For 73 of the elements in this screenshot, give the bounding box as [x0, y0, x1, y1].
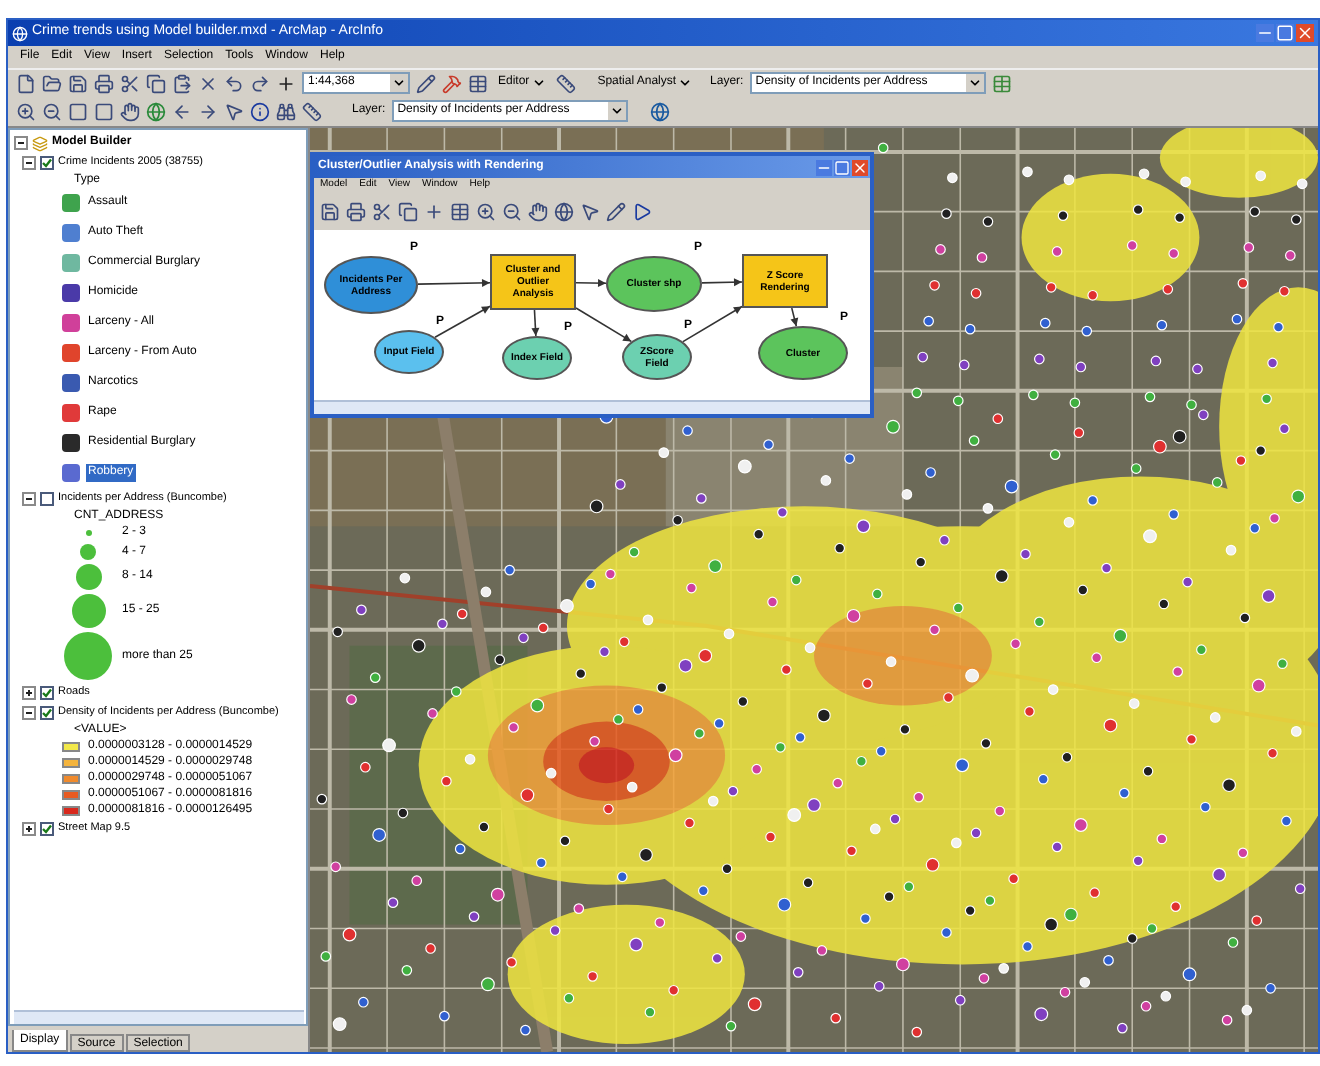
expand-icon[interactable]	[22, 822, 36, 836]
close-icon[interactable]	[852, 159, 868, 175]
horizontal-scrollbar[interactable]	[14, 1010, 304, 1024]
new-document-icon[interactable]	[16, 73, 36, 93]
maximize-icon[interactable]	[1276, 24, 1294, 42]
maximize-icon[interactable]	[834, 159, 850, 175]
table-icon[interactable]	[468, 73, 488, 93]
pointer-icon[interactable]	[224, 101, 244, 121]
cut-icon[interactable]	[120, 73, 140, 93]
connector-arrow	[575, 307, 633, 343]
grid-icon[interactable]	[991, 73, 1012, 93]
layer-checkbox[interactable]	[40, 686, 54, 700]
connector-arrow	[531, 309, 540, 337]
pointer-icon[interactable]	[580, 202, 600, 222]
undo-icon[interactable]	[224, 73, 244, 93]
caret-icon	[609, 104, 624, 118]
pencil-icon[interactable]	[606, 202, 626, 222]
caret-icon	[678, 76, 693, 90]
print-icon[interactable]	[94, 73, 114, 93]
globe-icon[interactable]	[146, 101, 166, 121]
zoom-in-icon[interactable]	[16, 101, 36, 121]
connector-arrow	[417, 278, 491, 287]
minimize-icon[interactable]	[816, 159, 832, 175]
add-data-icon[interactable]	[424, 202, 444, 222]
layer-checkbox[interactable]	[40, 706, 54, 720]
zoom-out-icon[interactable]	[502, 202, 522, 222]
find-icon[interactable]	[276, 101, 296, 121]
layer-checkbox[interactable]	[40, 822, 54, 836]
run-icon[interactable]	[632, 202, 652, 222]
pan-icon[interactable]	[120, 101, 140, 121]
connector-arrow	[575, 279, 607, 288]
minimize-icon[interactable]	[1256, 24, 1274, 42]
caret-icon	[531, 76, 546, 90]
globe-icon[interactable]	[649, 101, 670, 121]
horizontal-scrollbar[interactable]	[314, 400, 870, 414]
add-data-icon[interactable]	[276, 73, 296, 93]
layer-checkbox[interactable]	[40, 492, 54, 506]
caret-icon	[967, 76, 982, 90]
forward-arrow-icon[interactable]	[198, 101, 218, 121]
paste-icon[interactable]	[172, 73, 192, 93]
info-icon[interactable]	[250, 101, 270, 121]
save-icon[interactable]	[320, 202, 340, 222]
zoom-in-icon[interactable]	[476, 202, 496, 222]
zoom-out-icon[interactable]	[42, 101, 62, 121]
connector-arrow	[790, 307, 799, 328]
collapse-icon[interactable]	[22, 156, 36, 170]
copy-icon[interactable]	[398, 202, 418, 222]
measure-icon[interactable]	[302, 101, 322, 121]
collapse-icon[interactable]	[22, 492, 36, 506]
connector-arrow	[701, 278, 743, 287]
expand-icon[interactable]	[22, 686, 36, 700]
copy-icon[interactable]	[146, 73, 166, 93]
caret-icon	[392, 76, 406, 90]
delete-icon[interactable]	[198, 73, 218, 93]
pan-icon[interactable]	[528, 202, 548, 222]
cut-icon[interactable]	[372, 202, 392, 222]
collapse-icon[interactable]	[14, 136, 28, 150]
layers-icon	[32, 135, 48, 151]
globe-icon[interactable]	[554, 202, 574, 222]
print-icon[interactable]	[346, 202, 366, 222]
app-icon	[12, 25, 28, 41]
save-icon[interactable]	[68, 73, 88, 93]
connector-arrow	[434, 305, 491, 339]
redo-icon[interactable]	[250, 73, 270, 93]
layer-checkbox[interactable]	[40, 156, 54, 170]
pencil-icon[interactable]	[416, 73, 436, 93]
back-arrow-icon[interactable]	[172, 101, 192, 121]
close-icon[interactable]	[1296, 24, 1314, 42]
ruler-icon[interactable]	[555, 73, 576, 93]
collapse-icon[interactable]	[22, 706, 36, 720]
connector-arrow	[682, 305, 743, 343]
folder-icon[interactable]	[42, 73, 62, 93]
table-icon[interactable]	[450, 202, 470, 222]
